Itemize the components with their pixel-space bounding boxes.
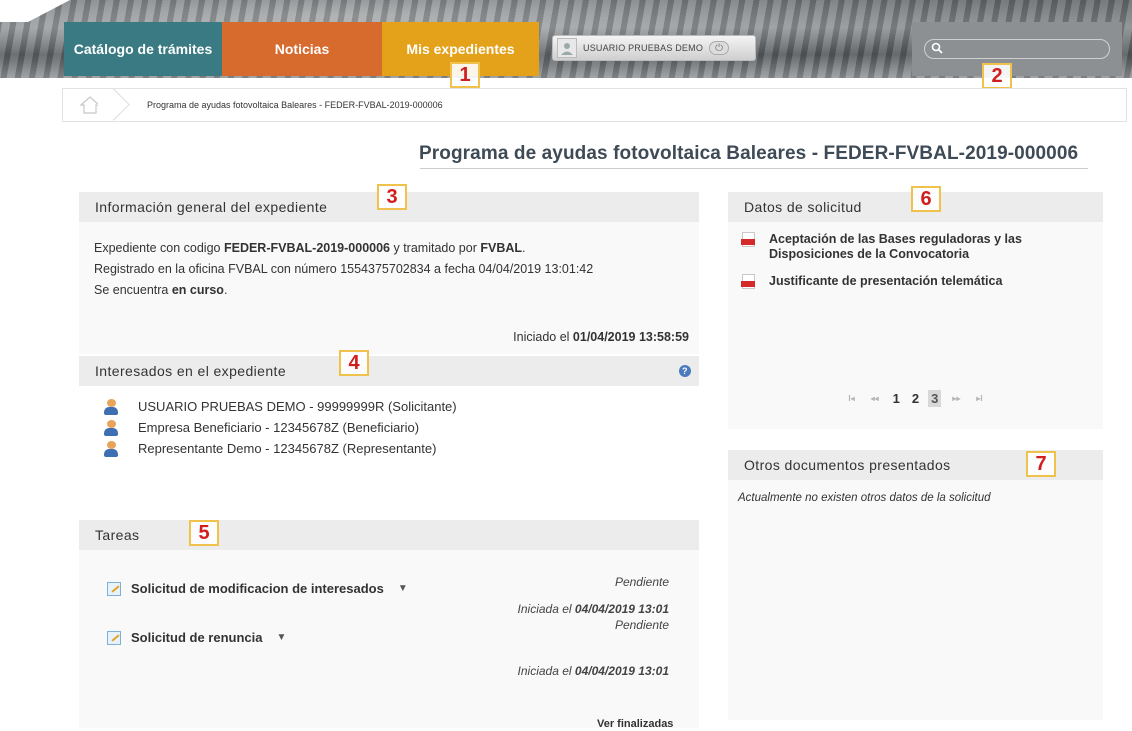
info-started: Iniciado el 01/04/2019 13:58:59 — [513, 330, 689, 344]
document-link[interactable]: Justificante de presentación telemática — [769, 274, 1002, 289]
datos-panel-title: Datos de solicitud — [744, 199, 862, 215]
user-avatar-icon — [557, 38, 577, 58]
annotation-marker: 7 — [1026, 451, 1056, 477]
search-area — [912, 22, 1122, 76]
title-divider — [420, 168, 1088, 169]
tab-catalogo-tramites[interactable]: Catálogo de trámites — [64, 22, 222, 76]
next-page-button[interactable]: ▸▸ — [952, 394, 960, 403]
prev-page-button[interactable]: ◂◂ — [871, 394, 879, 403]
annotation-marker: 5 — [189, 520, 219, 546]
pagination: I◂ ◂◂ 1 2 3 ▸▸ ▸I — [728, 390, 1103, 407]
task-title[interactable]: Solicitud de modificacion de interesados… — [107, 581, 408, 596]
interesados-panel-title: Interesados en el expediente — [95, 363, 286, 379]
list-item[interactable]: Justificante de presentación telemática — [728, 262, 1103, 289]
home-icon[interactable] — [63, 89, 117, 121]
task-row: Pendiente Solicitud de modificacion de i… — [79, 550, 699, 596]
breadcrumb: Programa de ayudas fotovoltaica Baleares… — [62, 88, 1127, 122]
task-edit-icon — [107, 581, 121, 596]
list-item: Representante Demo - 12345678Z (Represen… — [104, 438, 699, 459]
person-icon — [104, 440, 118, 457]
annotation-marker: 2 — [982, 63, 1012, 89]
interesado-label: Representante Demo - 12345678Z (Represen… — [138, 441, 437, 456]
page-button[interactable]: 1 — [890, 390, 903, 407]
annotation-marker: 1 — [450, 62, 480, 88]
task-started: Iniciada el 04/04/2019 13:01 — [517, 602, 669, 616]
document-link[interactable]: Aceptación de las Bases reguladoras y la… — [769, 232, 1103, 262]
info-panel-body: Expediente con codigo FEDER-FVBAL-2019-0… — [79, 222, 699, 301]
info-line-estado: Se encuentra en curso. — [94, 283, 228, 297]
datos-panel: Datos de solicitud Aceptación de las Bas… — [728, 192, 1103, 429]
tareas-panel-title: Tareas — [95, 527, 140, 543]
last-page-button[interactable]: ▸I — [976, 394, 982, 403]
estado-value: en curso — [171, 283, 224, 297]
info-panel-title: Información general del expediente — [95, 199, 328, 215]
list-item: Empresa Beneficiario - 12345678Z (Benefi… — [104, 417, 699, 438]
power-icon[interactable]: ⏻ — [709, 41, 730, 55]
search-icon — [931, 42, 943, 57]
annotation-marker: 6 — [911, 186, 941, 212]
person-icon — [104, 398, 118, 415]
list-item[interactable]: Aceptación de las Bases reguladoras y la… — [728, 222, 1103, 262]
interesados-panel-header: Interesados en el expediente ? — [79, 356, 699, 386]
pdf-icon — [741, 274, 755, 289]
task-status: Pendiente — [614, 618, 669, 632]
user-session-button[interactable]: USUARIO PRUEBAS DEMO ⏻ — [552, 35, 756, 61]
tareas-panel-header: Tareas — [79, 520, 699, 550]
tareas-panel: Tareas Pendiente Solicitud de modificaci… — [79, 520, 699, 728]
banner-corner — [0, 0, 70, 22]
page-button-active[interactable]: 3 — [928, 390, 942, 407]
otros-empty-text: Actualmente no existen otros datos de la… — [738, 492, 991, 504]
interesado-label: USUARIO PRUEBAS DEMO - 99999999R (Solici… — [138, 399, 457, 414]
person-icon — [104, 419, 118, 436]
task-edit-icon — [107, 630, 121, 645]
caret-down-icon[interactable]: ▼ — [276, 632, 286, 643]
user-name: USUARIO PRUEBAS DEMO — [583, 43, 704, 53]
info-panel: Información general del expediente Exped… — [79, 192, 699, 354]
breadcrumb-current[interactable]: Programa de ayudas fotovoltaica Baleares… — [147, 100, 443, 110]
page-button[interactable]: 2 — [909, 390, 922, 407]
expediente-code: FEDER-FVBAL-2019-000006 — [223, 241, 391, 255]
annotation-marker: 4 — [339, 350, 369, 376]
otros-panel-title: Otros documentos presentados — [744, 457, 951, 473]
caret-down-icon[interactable]: ▼ — [398, 583, 408, 594]
list-item: USUARIO PRUEBAS DEMO - 99999999R (Solici… — [104, 396, 699, 417]
task-started: Iniciada el 04/04/2019 13:01 — [517, 664, 669, 678]
ver-finalizadas-link[interactable]: Ver finalizadas — [597, 718, 673, 730]
info-line-code: Expediente con codigo FEDER-FVBAL-2019-0… — [94, 241, 526, 255]
task-title[interactable]: Solicitud de renuncia ▼ — [107, 630, 286, 645]
interesado-label: Empresa Beneficiario - 12345678Z (Benefi… — [138, 420, 420, 435]
page-title: Programa de ayudas fotovoltaica Baleares… — [419, 143, 1079, 164]
info-line-registro: Registrado en la oficina FVBAL con númer… — [94, 262, 594, 276]
annotation-marker: 3 — [377, 184, 407, 210]
first-page-button[interactable]: I◂ — [848, 394, 854, 403]
tramitador: FVBAL — [480, 241, 523, 255]
help-icon[interactable]: ? — [679, 365, 691, 377]
tab-noticias[interactable]: Noticias — [222, 22, 382, 76]
interesados-panel: Interesados en el expediente ? USUARIO P… — [79, 356, 699, 491]
otros-panel: Otros documentos presentados Actualmente… — [728, 450, 1103, 720]
search-input[interactable] — [924, 39, 1110, 59]
task-status: Pendiente — [614, 575, 669, 589]
task-row: Pendiente Solicitud de renuncia ▼ — [79, 618, 699, 662]
pdf-icon — [741, 232, 755, 247]
